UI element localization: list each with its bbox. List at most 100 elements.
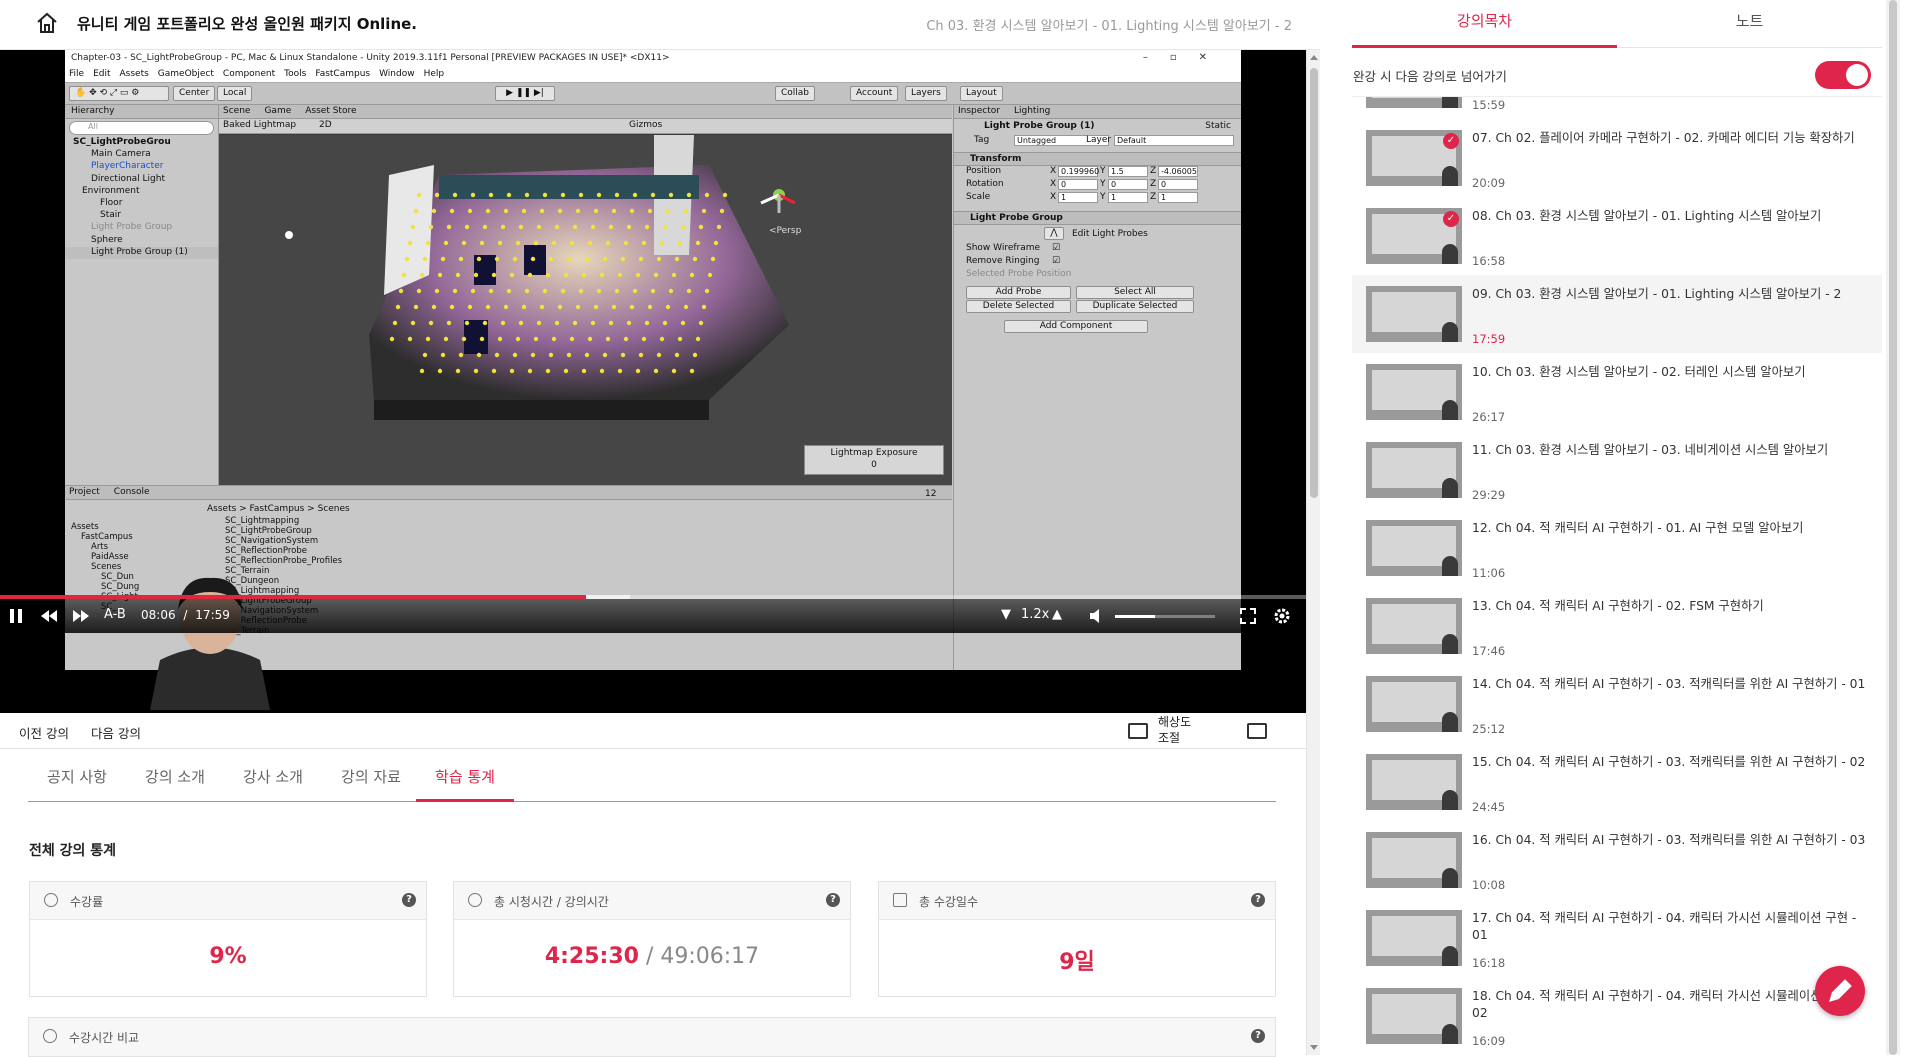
light-probe-dot (653, 272, 659, 278)
lecture-item[interactable]: 17. Ch 04. 적 캐릭터 AI 구현하기 - 04. 캐릭터 가시선 시… (1352, 899, 1882, 977)
lecture-duration: 17:46 (1472, 644, 1506, 658)
compare-card: 수강시간 비교 ? (28, 1017, 1276, 1057)
help-icon[interactable]: ? (1251, 893, 1265, 907)
thumbnail-presenter (1442, 97, 1458, 108)
tool-buttons: ✋ ✥ ⟲ ⤢ ▭ ⚙ (69, 86, 169, 101)
inspector-tab: Lighting (1013, 106, 1051, 116)
lecture-item[interactable]: 15. Ch 04. 적 캐릭터 AI 구현하기 - 03. 적캐릭터를 위한 … (1352, 743, 1882, 821)
scene-mode: Baked Lightmap (223, 120, 297, 130)
next-lecture-button[interactable]: 다음 강의 (91, 723, 141, 742)
time-display: 08:06 / 17:59 (141, 608, 230, 622)
speed-down-button[interactable]: ▼ (1001, 607, 1011, 622)
lecture-duration: 24:45 (1472, 800, 1506, 814)
content-tab[interactable]: 강사 소개 (224, 758, 322, 802)
lecture-item[interactable]: 13. Ch 04. 적 캐릭터 AI 구현하기 - 02. FSM 구현하기 1… (1352, 587, 1882, 665)
light-probe-dot (539, 304, 545, 310)
lecture-item[interactable]: 09. Ch 03. 환경 시스템 알아보기 - 01. Lighting 시스… (1352, 275, 1882, 353)
tab-notes[interactable]: 노트 (1617, 10, 1882, 48)
edit-light-probes-row: ⋀ Edit Light Probes (954, 225, 1241, 243)
local-toggle: Local (217, 86, 253, 101)
note-fab-button[interactable] (1815, 966, 1865, 1016)
transform-field: 1 (1058, 192, 1098, 203)
light-probe-dot (599, 368, 605, 374)
lecture-thumbnail (1366, 754, 1462, 810)
unity-menu-item: File (69, 69, 85, 79)
light-probe-dot (545, 368, 551, 374)
lecture-duration: 26:17 (1472, 410, 1506, 424)
tab-curriculum[interactable]: 강의목차 (1352, 10, 1617, 48)
unity-menu-item: Assets (119, 69, 149, 79)
lecture-item[interactable]: 14. Ch 04. 적 캐릭터 AI 구현하기 - 03. 적캐릭터를 위한 … (1352, 665, 1882, 743)
light-probe-dot (632, 192, 638, 198)
content-tab[interactable]: 강의 소개 (126, 758, 224, 802)
help-icon[interactable]: ? (1251, 1029, 1265, 1043)
rewind-icon[interactable] (40, 609, 58, 623)
hierarchy-item: SC_LightProbeGrou (73, 137, 171, 147)
light-probe-dot (431, 208, 437, 214)
autoplay-toggle[interactable] (1815, 61, 1871, 89)
main-scrollbar[interactable] (1306, 50, 1320, 1055)
fullscreen-icon[interactable] (1240, 608, 1256, 624)
thumbnail-presenter (1442, 946, 1458, 966)
edit-probes-icon: ⋀ (1044, 227, 1064, 240)
light-probe-dot (551, 336, 557, 342)
lecture-title: 14. Ch 04. 적 캐릭터 AI 구현하기 - 03. 적캐릭터를 위한 … (1472, 677, 1866, 691)
resolution-icon[interactable] (1128, 723, 1148, 739)
prev-lecture-button[interactable]: 이전 강의 (19, 723, 69, 742)
volume-slider[interactable] (1115, 615, 1215, 618)
speed-up-button[interactable]: ▲ (1052, 607, 1062, 622)
lecture-item[interactable]: 11. Ch 03. 환경 시스템 알아보기 - 03. 네비게이션 시스템 알… (1352, 431, 1882, 509)
light-probe-dot (662, 224, 668, 230)
popout-icon[interactable] (1247, 723, 1267, 739)
light-probe-dot (560, 192, 566, 198)
content-tab[interactable]: 강의 자료 (322, 758, 420, 802)
select-all-button: Select All (1076, 286, 1194, 299)
help-icon[interactable]: ? (826, 893, 840, 907)
light-probe-dot (584, 352, 590, 358)
light-probe-dot (446, 320, 452, 326)
clock-icon (44, 893, 58, 907)
resolution-button[interactable]: 해상도 조절 (1158, 714, 1191, 746)
pause-icon[interactable] (9, 608, 23, 624)
clock-icon (468, 893, 482, 907)
lecture-thumbnail (1366, 442, 1462, 498)
axis-label: X (1050, 166, 1057, 176)
project-file: SC_LightProbeGroup (225, 526, 312, 536)
light-probe-dot (458, 256, 464, 262)
check-icon: ✓ (1443, 133, 1459, 149)
light-probe-dot (527, 272, 533, 278)
lecture-title: 10. Ch 03. 환경 시스템 알아보기 - 02. 터레인 시스템 알아보… (1472, 365, 1806, 379)
lecture-item[interactable]: 10. Ch 03. 환경 시스템 알아보기 - 02. 터레인 시스템 알아보… (1352, 353, 1882, 431)
help-icon[interactable]: ? (402, 893, 416, 907)
home-icon[interactable] (36, 12, 58, 34)
content-tab[interactable]: 공지 사항 (28, 758, 126, 802)
lecture-item[interactable]: 18. Ch 04. 적 캐릭터 AI 구현하기 - 04. 캐릭터 가시선 시… (1352, 977, 1882, 1055)
light-probe-dot (575, 208, 581, 214)
stat-value-main: 4:25:30 (544, 944, 639, 969)
lecture-item[interactable]: 15:59 (1352, 97, 1882, 119)
light-probe-dot (440, 256, 446, 262)
forward-icon[interactable] (72, 609, 90, 623)
light-probe-dot (617, 368, 623, 374)
light-probe-dot (470, 288, 476, 294)
lecture-item[interactable]: ✓ 07. Ch 02. 플레이어 카메라 구현하기 - 02. 카메라 에디터 … (1352, 119, 1882, 197)
lecture-item[interactable]: ✓ 08. Ch 03. 환경 시스템 알아보기 - 01. Lighting 시… (1352, 197, 1882, 275)
settings-icon[interactable] (1273, 607, 1291, 625)
ab-repeat-button[interactable]: A-B (104, 607, 126, 622)
light-probe-dot (608, 320, 614, 326)
content-tab[interactable]: 학습 통계 (416, 758, 514, 802)
panel-scrollbar[interactable] (1886, 0, 1900, 1055)
light-probe-dot (455, 272, 461, 278)
light-probe-dot (503, 208, 509, 214)
unity-titlebar: Chapter-03 - SC_LightProbeGroup - PC, Ma… (65, 50, 1241, 67)
volume-icon[interactable] (1089, 609, 1105, 623)
light-probe-dot (452, 192, 458, 198)
video-player[interactable]: Chapter-03 - SC_LightProbeGroup - PC, Ma… (0, 50, 1306, 713)
unity-window-title: Chapter-03 - SC_LightProbeGroup - PC, Ma… (71, 53, 670, 63)
light-probe-dot (623, 336, 629, 342)
lecture-item[interactable]: 12. Ch 04. 적 캐릭터 AI 구현하기 - 01. AI 구현 모델 … (1352, 509, 1882, 587)
light-probe-dot (719, 208, 725, 214)
light-probe-dot (695, 240, 701, 246)
lecture-title: 16. Ch 04. 적 캐릭터 AI 구현하기 - 03. 적캐릭터를 위한 … (1472, 833, 1866, 847)
lecture-item[interactable]: 16. Ch 04. 적 캐릭터 AI 구현하기 - 03. 적캐릭터를 위한 … (1352, 821, 1882, 899)
